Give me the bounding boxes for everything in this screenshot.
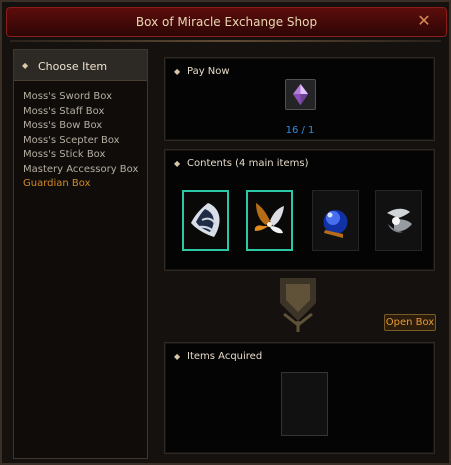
jewel-icon[interactable] — [285, 79, 316, 110]
choose-item-panel: ◆ Choose Item Moss's Sword Box Moss's St… — [13, 49, 148, 459]
items-acquired-title: Items Acquired — [187, 351, 263, 362]
list-item[interactable]: Moss's Scepter Box — [23, 134, 148, 149]
pay-now-panel: ◆ Pay Now 16 / 1 — [164, 57, 435, 141]
diamond-icon: ◆ — [174, 67, 181, 76]
empty-slot-icon[interactable] — [281, 372, 328, 436]
list-item[interactable]: Moss's Staff Box — [23, 105, 148, 120]
item-list: Moss's Sword Box Moss's Staff Box Moss's… — [23, 90, 148, 192]
list-item[interactable]: Moss's Bow Box — [23, 119, 148, 134]
guardian-emblem-icon — [272, 273, 324, 335]
contents-slots — [179, 190, 422, 254]
dark-wing-icon[interactable] — [182, 190, 229, 251]
close-icon[interactable]: ✕ — [415, 12, 433, 30]
choose-item-label: Choose Item — [38, 60, 108, 73]
golden-wing-icon[interactable] — [246, 190, 293, 251]
window-title: Box of Miracle Exchange Shop — [135, 15, 318, 29]
pay-now-title: Pay Now — [187, 66, 230, 77]
contents-title: Contents (4 main items) — [187, 158, 309, 169]
diamond-icon: ◆ — [174, 352, 181, 361]
blue-orb-icon[interactable] — [312, 190, 359, 251]
list-item[interactable]: Mastery Accessory Box — [23, 163, 148, 178]
contents-panel: ◆ Contents (4 main items) — [164, 149, 435, 271]
silver-crest-icon[interactable] — [375, 190, 422, 251]
exchange-shop-window: Box of Miracle Exchange Shop ✕ ◆ Choose … — [0, 0, 451, 465]
diamond-icon: ◆ — [174, 159, 181, 168]
list-item[interactable]: Moss's Sword Box — [23, 90, 148, 105]
title-bar[interactable]: Box of Miracle Exchange Shop ✕ — [6, 7, 447, 37]
diamond-icon: ◆ — [22, 61, 29, 70]
open-box-button[interactable]: Open Box — [384, 314, 436, 331]
choose-item-header: ◆ Choose Item — [14, 50, 147, 81]
list-item-selected[interactable]: Guardian Box — [23, 177, 148, 192]
items-acquired-panel: ◆ Items Acquired — [164, 342, 435, 454]
pay-count: 16 / 1 — [285, 125, 315, 136]
list-item[interactable]: Moss's Stick Box — [23, 148, 148, 163]
title-divider — [10, 40, 441, 42]
